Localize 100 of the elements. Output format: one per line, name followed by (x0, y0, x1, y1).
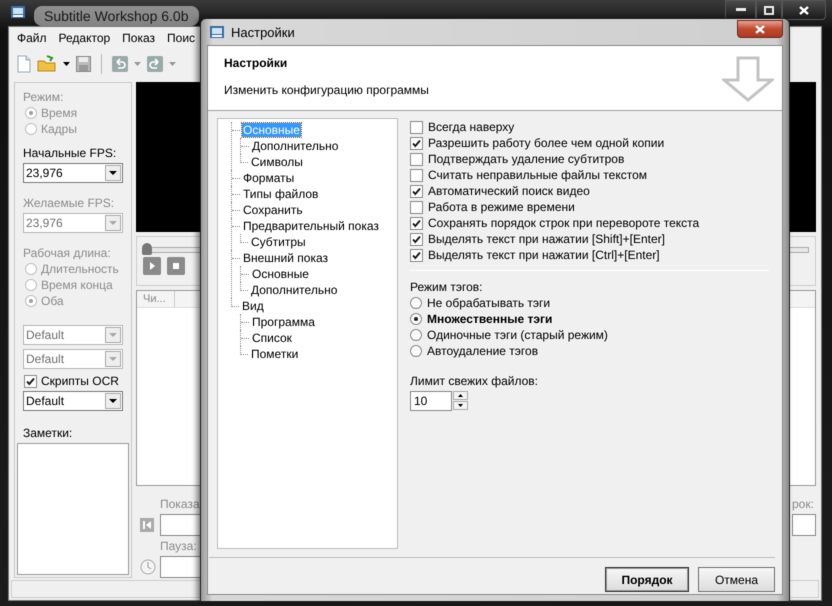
window-title: Subtitle Workshop 6.0b (34, 6, 198, 26)
tree-item[interactable]: Программа (251, 315, 316, 329)
dropdown-field[interactable]: Default (23, 391, 123, 411)
close-button[interactable] (782, 0, 826, 20)
tree-item[interactable]: Субтитры (250, 235, 307, 249)
maximize-button[interactable] (756, 0, 782, 20)
tree-item[interactable]: Список (251, 331, 293, 345)
checkbox-label: Скрипты OCR (41, 373, 119, 389)
tree-item[interactable]: Пометки (250, 347, 300, 361)
slider-thumb[interactable] (142, 243, 152, 255)
up-arrow-icon (458, 394, 463, 397)
radio-label: Время (41, 105, 78, 121)
header-title: Настройки (224, 56, 288, 70)
fps-label: Начальные FPS: (22, 145, 118, 161)
maximize-icon (764, 6, 774, 14)
notes-label: Заметки: (22, 425, 74, 441)
app-icon (209, 24, 225, 40)
play-button[interactable] (143, 257, 161, 275)
header-subtitle: Изменить конфигурацию программы (224, 83, 429, 97)
open-folder-icon[interactable] (37, 55, 57, 73)
undo-icon[interactable] (112, 56, 128, 72)
mode-label: Режим: (22, 89, 64, 105)
checkbox-label: Работа в режиме времени (428, 200, 575, 214)
checkbox-label: Считать неправильные файлы текстом (428, 168, 647, 182)
menu-item[interactable]: Редактор (52, 29, 116, 47)
notes-field[interactable] (17, 443, 129, 575)
minimize-icon (736, 8, 746, 12)
close-icon (799, 6, 809, 14)
skip-to-start-icon[interactable] (140, 518, 154, 532)
checkbox-label: Разрешить работу более чем одной копии (428, 136, 664, 150)
close-button[interactable] (737, 20, 783, 38)
save-icon[interactable] (76, 56, 91, 72)
radio-label: Кадры (41, 121, 77, 137)
radio-label: Время конца (41, 277, 113, 293)
clock-icon (140, 559, 156, 575)
dropdown-arrow-icon (109, 399, 117, 403)
dialog-title: Настройки (231, 24, 295, 40)
dropdown-arrow-icon (109, 357, 117, 361)
tree-item[interactable]: Сохранить (242, 203, 304, 217)
fps-label: Желаемые FPS: (22, 195, 116, 211)
dropdown-field[interactable]: 23,976 (23, 163, 123, 183)
close-icon (755, 24, 765, 34)
radio-button[interactable] (410, 313, 422, 325)
app-icon (10, 4, 26, 20)
spin-down-button[interactable] (453, 401, 468, 410)
new-document-icon[interactable] (17, 55, 31, 73)
radio-button[interactable] (410, 345, 422, 357)
tree-item[interactable]: Типы файлов (242, 187, 320, 201)
checkbox[interactable] (410, 248, 423, 262)
checkbox[interactable] (410, 152, 423, 166)
tree-item[interactable]: Дополнительно (250, 283, 338, 297)
tree-item[interactable]: Вид (241, 299, 265, 313)
checkbox-label: Выделять текст при нажатии [Ctrl]+[Enter] (428, 248, 660, 262)
tree-item[interactable]: Форматы (242, 171, 296, 185)
down-arrow-icon (458, 404, 463, 407)
tree-item[interactable]: Внешний показ (242, 251, 330, 265)
checkbox[interactable] (410, 184, 423, 198)
radio-label: Одиночные тэги (старый режим) (427, 328, 608, 342)
tree-item[interactable]: Символы (250, 155, 304, 169)
checkbox[interactable] (410, 168, 423, 182)
field-label: рок: (792, 496, 815, 512)
redo-icon[interactable] (147, 56, 163, 72)
tree-item[interactable]: Дополнительно (251, 139, 340, 153)
recent-files-field[interactable]: 10 (410, 391, 452, 411)
radio-button[interactable] (410, 329, 422, 341)
checkbox[interactable] (24, 374, 37, 388)
radio-label: Множественные тэги (427, 312, 552, 326)
stop-button[interactable] (167, 257, 185, 275)
checkbox[interactable] (410, 232, 423, 246)
minimize-button[interactable] (725, 0, 756, 20)
menu-item[interactable]: Поис (161, 29, 202, 47)
spin-up-button[interactable] (453, 391, 468, 400)
radio-label: Автоудаление тэгов (427, 344, 538, 358)
dropdown-arrow-icon (109, 171, 117, 175)
checkbox-label: Выделять текст при нажатии [Shift]+[Enter] (428, 232, 665, 246)
checkbox[interactable] (410, 120, 423, 134)
tree-item[interactable]: Предварительный показ (242, 219, 380, 233)
radio-label: Оба (41, 293, 64, 309)
radio-label: Не обрабатывать тэги (427, 296, 550, 310)
caret-icon[interactable] (63, 62, 70, 66)
dialog-button[interactable]: Отмена (698, 567, 775, 592)
checkbox-label: Сохранять порядок строк при перевороте текста (428, 216, 700, 230)
down-arrow-icon (722, 56, 774, 102)
recent-files-label: Лимит свежих файлов: (410, 373, 539, 389)
checkbox-label: Автоматический поиск видео (428, 184, 590, 198)
dropdown-arrow-icon (109, 333, 117, 337)
dialog-button[interactable]: Порядок (605, 567, 689, 592)
checkbox[interactable] (410, 200, 423, 214)
tag-mode-label: Режим тэгов: (410, 279, 484, 295)
radio-button[interactable] (410, 297, 422, 309)
work-length-label: Рабочая длина: (22, 245, 112, 261)
radio-label: Длительность (41, 261, 119, 277)
menu-item[interactable]: Файл (11, 29, 53, 47)
checkbox[interactable] (410, 136, 423, 150)
time-field[interactable] (792, 514, 816, 536)
tree-item[interactable]: Основные (251, 267, 310, 281)
checkbox-label: Подтверждать удаление субтитров (428, 152, 624, 166)
menu-item[interactable]: Показ (116, 29, 162, 47)
checkbox-label: Всегда наверху (428, 120, 514, 134)
checkbox[interactable] (410, 216, 423, 230)
